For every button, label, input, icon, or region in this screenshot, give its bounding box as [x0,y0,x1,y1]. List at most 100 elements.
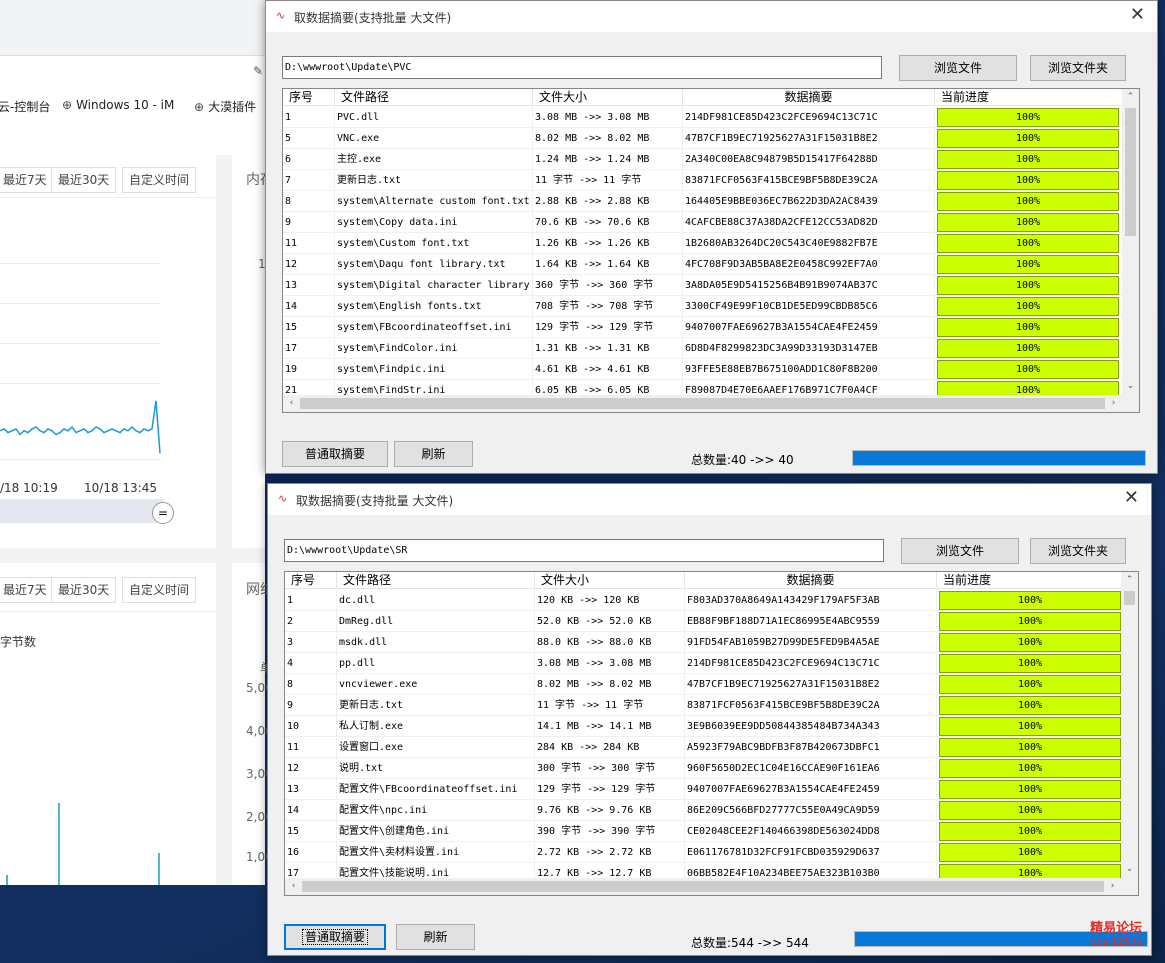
monitor-card-memory: 内存 1 [232,153,274,548]
browse-file-button[interactable]: 浏览文件 [901,538,1019,564]
table-row[interactable]: 12 说明.txt 300 字节 ->> 300 字节 960F5650D2EC1C0… [285,758,1125,779]
table-row[interactable]: 9 更新日志.txt 11 字节 ->> 11 字节 83871FCF0563F415… [285,695,1125,716]
normal-digest-button[interactable]: 普通取摘要 [282,441,388,467]
file-list[interactable]: 序号 文件路径 文件大小 数据摘要 当前进度 1 PVC.dll 3.08 MB -… [282,88,1140,413]
scroll-down-icon[interactable]: ⌄ [1121,861,1138,878]
cell-size: 14.1 MB ->> 14.1 MB [535,716,685,737]
refresh-button[interactable]: 刷新 [396,924,475,950]
scroll-right-icon[interactable]: › [1105,395,1122,412]
scroll-thumb[interactable] [1125,108,1136,236]
scroll-thumb[interactable] [300,398,1105,409]
table-row[interactable]: 14 配置文件\npc.ini 9.76 KB ->> 9.76 KB 86E209C… [285,800,1125,821]
table-row[interactable]: 11 设置窗口.exe 284 KB ->> 284 KB A5923F79ABC9B… [285,737,1125,758]
scroll-up-icon[interactable]: ⌃ [1122,89,1139,106]
title-bar[interactable]: ∿ 取数据摘要(支持批量 大文件) ✕ [268,484,1151,515]
close-icon[interactable]: ✕ [1130,5,1145,25]
timeline-slider-track[interactable] [0,499,164,523]
cell-digest: 214DF981CE85D423C2FCE9694C13C71C [683,107,935,128]
cell-progress: 100% [937,779,1125,800]
row-progress-bar: 100% [937,192,1119,211]
tab-last-30-days[interactable]: 最近30天 [51,167,117,193]
vertical-scrollbar[interactable]: ⌃ ⌄ [1121,572,1138,878]
column-header-progress[interactable]: 当前进度 [937,572,1125,589]
path-input[interactable]: D:\wwwroot\Update\PVC [282,56,882,79]
table-row[interactable]: 3 msdk.dll 88.0 KB ->> 88.0 KB 91FD54FAB105… [285,632,1125,653]
scroll-down-icon[interactable]: ⌄ [1122,378,1139,395]
scroll-left-icon[interactable]: ‹ [283,395,300,412]
table-row[interactable]: 4 pp.dll 3.08 MB ->> 3.08 MB 214DF981CE85D4… [285,653,1125,674]
bookmark-console[interactable]: 云-控制台 [0,98,50,115]
usage-line-chart [0,400,161,454]
cell-digest: 83871FCF0563F415BCE9BF5B8DE39C2A [685,695,937,716]
tab-custom-time[interactable]: 自定义时间 [122,167,197,193]
column-header-index[interactable]: 序号 [283,89,335,106]
title-bar[interactable]: ∿ 取数据摘要(支持批量 大文件) ✕ [266,1,1157,32]
pin-icon[interactable]: ✎ [253,64,263,78]
column-header-digest[interactable]: 数据摘要 [683,89,935,106]
tab-custom-time[interactable]: 自定义时间 [122,577,197,603]
table-row[interactable]: 12 system\Daqu font library.txt 1.64 KB ->… [283,254,1123,275]
monitor-card-network: 网络 单 5,00 4,00 3,00 2,00 1,00 [232,563,274,885]
file-list[interactable]: 序号 文件路径 文件大小 数据摘要 当前进度 1 dc.dll 120 KB ->>… [284,571,1139,896]
column-header-size[interactable]: 文件大小 [533,89,683,106]
vertical-scrollbar[interactable]: ⌃ ⌄ [1122,89,1139,395]
table-row[interactable]: 15 配置文件\创建角色.ini 390 字节 ->> 390 字节 CE02048C… [285,821,1125,842]
table-row[interactable]: 9 system\Copy data.ini 70.6 KB ->> 70.6 KB… [283,212,1123,233]
browse-folder-button[interactable]: 浏览文件夹 [1030,538,1126,564]
table-row[interactable]: 6 主控.exe 1.24 MB ->> 1.24 MB 2A340C00EA8C94… [283,149,1123,170]
table-row[interactable]: 19 system\Findpic.ini 4.61 KB ->> 4.61 KB 9… [283,359,1123,380]
row-progress-bar: 100% [939,717,1121,736]
scroll-up-icon[interactable]: ⌃ [1121,572,1138,589]
table-row[interactable]: 15 system\FBcoordinateoffset.ini 129 字节 ->… [283,317,1123,338]
browse-file-button[interactable]: 浏览文件 [899,55,1017,81]
table-row[interactable]: 10 私人订制.exe 14.1 MB ->> 14.1 MB 3E9B6039EE9… [285,716,1125,737]
table-row[interactable]: 13 system\Digital character library. 360 字… [283,275,1123,296]
close-icon[interactable]: ✕ [1124,488,1139,508]
table-row[interactable]: 2 DmReg.dll 52.0 KB ->> 52.0 KB EB88F9BF188… [285,611,1125,632]
row-progress-bar: 100% [937,213,1119,232]
tab-last-7-days[interactable]: 最近7天 [0,577,54,603]
horizontal-scrollbar[interactable]: ‹ › [283,395,1122,412]
column-header-size[interactable]: 文件大小 [535,572,685,589]
cell-progress: 100% [937,695,1125,716]
column-header-progress[interactable]: 当前进度 [935,89,1123,106]
cell-index: 15 [285,821,337,842]
table-row[interactable]: 8 vncviewer.exe 8.02 MB ->> 8.02 MB 47B7CF1… [285,674,1125,695]
table-row[interactable]: 16 配置文件\卖材料设置.ini 2.72 KB ->> 2.72 KB E0611… [285,842,1125,863]
table-row[interactable]: 14 system\English fonts.txt 708 字节 ->> 708… [283,296,1123,317]
cell-index: 12 [285,758,337,779]
table-row[interactable]: 1 dc.dll 120 KB ->> 120 KB F803AD370A8649A1… [285,590,1125,611]
cell-index: 7 [283,170,335,191]
cell-index: 13 [285,779,337,800]
path-input[interactable]: D:\wwwroot\Update\SR [284,539,884,562]
column-header-digest[interactable]: 数据摘要 [685,572,937,589]
bookmark-damo[interactable]: ⊕ 大漠插件 [194,98,256,115]
row-progress-bar: 100% [939,675,1121,694]
refresh-button[interactable]: 刷新 [394,441,473,467]
normal-digest-button[interactable]: 普通取摘要 [284,924,386,950]
column-header-index[interactable]: 序号 [285,572,337,589]
table-row[interactable]: 1 PVC.dll 3.08 MB ->> 3.08 MB 214DF981CE85D… [283,107,1123,128]
tab-last-30-days[interactable]: 最近30天 [51,577,117,603]
table-row[interactable]: 5 VNC.exe 8.02 MB ->> 8.02 MB 47B7CF1B9EC71… [283,128,1123,149]
tab-last-7-days[interactable]: 最近7天 [0,167,54,193]
scroll-right-icon[interactable]: › [1104,878,1121,895]
browse-folder-button[interactable]: 浏览文件夹 [1030,55,1126,81]
table-row[interactable]: 13 配置文件\FBcoordinateoffset.ini 129 字节 ->> … [285,779,1125,800]
cell-size: 300 字节 ->> 300 字节 [535,758,685,779]
cell-index: 1 [285,590,337,611]
horizontal-scrollbar[interactable]: ‹ › [285,878,1121,895]
slider-handle-icon[interactable]: = [152,502,174,524]
scroll-thumb[interactable] [302,881,1104,892]
scroll-left-icon[interactable]: ‹ [285,878,302,895]
bookmark-windows10[interactable]: ⊕ Windows 10 - iM [62,98,174,112]
scroll-thumb[interactable] [1124,591,1135,605]
window-title: 取数据摘要(支持批量 大文件) [294,11,452,25]
table-row[interactable]: 17 system\FindColor.ini 1.31 KB ->> 1.31 K… [283,338,1123,359]
table-row[interactable]: 11 system\Custom font.txt 1.26 KB ->> 1.26… [283,233,1123,254]
table-row[interactable]: 7 更新日志.txt 11 字节 ->> 11 字节 83871FCF0563F415… [283,170,1123,191]
row-progress-bar: 100% [937,171,1119,190]
table-row[interactable]: 8 system\Alternate custom font.txt 2.88 KB… [283,191,1123,212]
column-header-path[interactable]: 文件路径 [335,89,533,106]
column-header-path[interactable]: 文件路径 [337,572,535,589]
